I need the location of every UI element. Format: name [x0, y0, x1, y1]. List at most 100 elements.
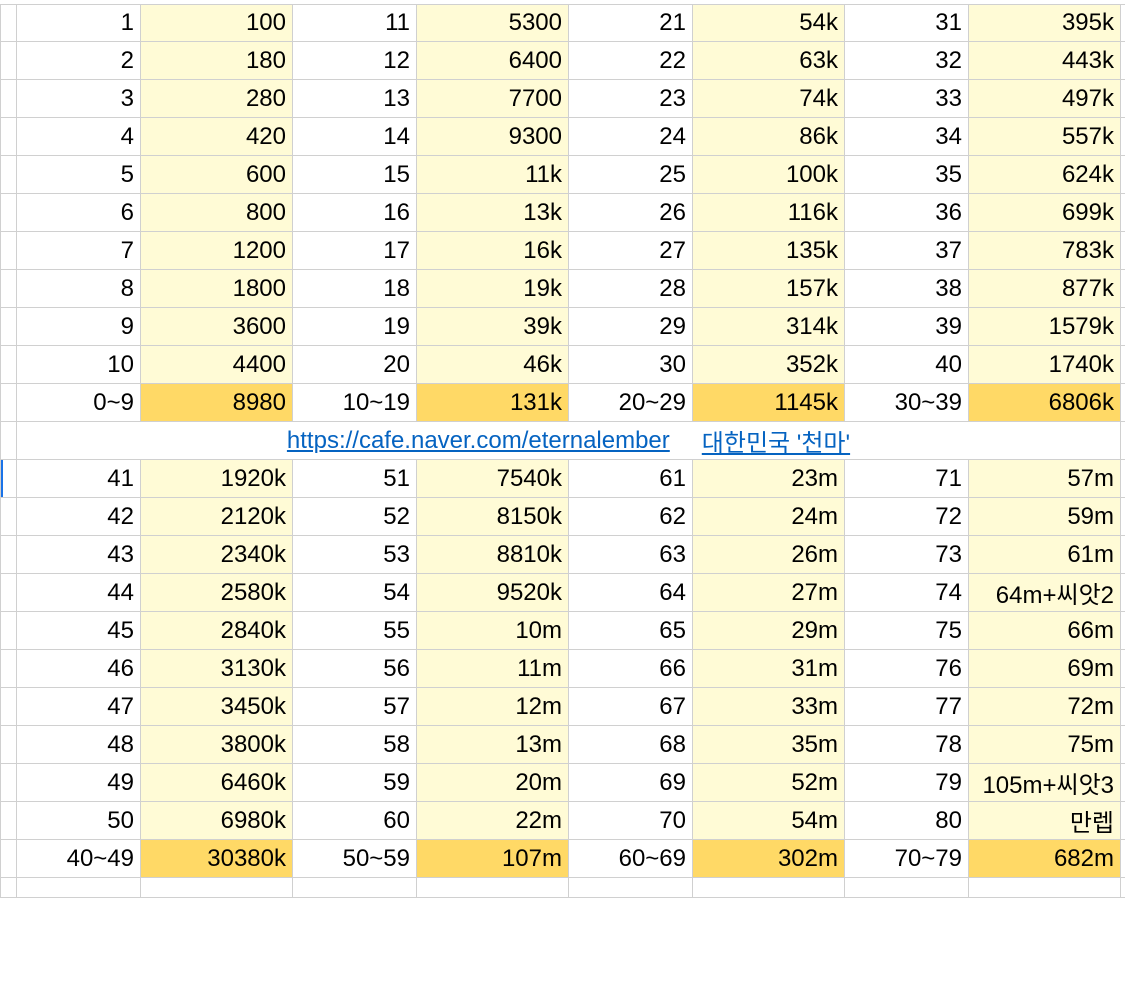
value-cell[interactable]: 61m — [969, 536, 1121, 573]
level-cell[interactable]: 52 — [293, 498, 417, 535]
value-cell[interactable]: 783k — [969, 232, 1121, 269]
value-cell[interactable]: 682m — [969, 840, 1121, 877]
level-cell[interactable]: 54 — [293, 574, 417, 611]
value-cell[interactable]: 54m — [693, 802, 845, 839]
level-cell[interactable]: 10~19 — [293, 384, 417, 421]
value-cell[interactable]: 63k — [693, 42, 845, 79]
level-cell[interactable]: 18 — [293, 270, 417, 307]
value-cell[interactable]: 6460k — [141, 764, 293, 801]
level-cell[interactable]: 67 — [569, 688, 693, 725]
level-cell[interactable]: 12 — [293, 42, 417, 79]
value-cell[interactable]: 75m — [969, 726, 1121, 763]
level-cell[interactable]: 46 — [17, 650, 141, 687]
level-cell[interactable]: 13 — [293, 80, 417, 117]
level-cell[interactable]: 80 — [845, 802, 969, 839]
level-cell[interactable]: 26 — [569, 194, 693, 231]
level-cell[interactable]: 57 — [293, 688, 417, 725]
level-cell[interactable]: 55 — [293, 612, 417, 649]
level-cell[interactable]: 20~29 — [569, 384, 693, 421]
level-cell[interactable]: 28 — [569, 270, 693, 307]
empty-cell[interactable] — [417, 878, 569, 897]
value-cell[interactable]: 600 — [141, 156, 293, 193]
value-cell[interactable]: 3130k — [141, 650, 293, 687]
value-cell[interactable]: 만렙 — [969, 802, 1121, 839]
value-cell[interactable]: 180 — [141, 42, 293, 79]
value-cell[interactable]: 33m — [693, 688, 845, 725]
value-cell[interactable]: 24m — [693, 498, 845, 535]
level-cell[interactable]: 76 — [845, 650, 969, 687]
level-cell[interactable]: 16 — [293, 194, 417, 231]
empty-cell[interactable] — [693, 878, 845, 897]
level-cell[interactable]: 70 — [569, 802, 693, 839]
value-cell[interactable]: 557k — [969, 118, 1121, 155]
value-cell[interactable]: 302m — [693, 840, 845, 877]
value-cell[interactable]: 2840k — [141, 612, 293, 649]
level-cell[interactable]: 30~39 — [845, 384, 969, 421]
cafe-link[interactable]: https://cafe.naver.com/eternalember — [287, 427, 670, 455]
value-cell[interactable]: 107m — [417, 840, 569, 877]
value-cell[interactable]: 30380k — [141, 840, 293, 877]
level-cell[interactable]: 17 — [293, 232, 417, 269]
value-cell[interactable]: 7540k — [417, 460, 569, 497]
level-cell[interactable]: 9 — [17, 308, 141, 345]
value-cell[interactable]: 11k — [417, 156, 569, 193]
link-merged-cell[interactable]: https://cafe.naver.com/eternalember대한민국 … — [17, 422, 1121, 459]
value-cell[interactable]: 52m — [693, 764, 845, 801]
value-cell[interactable]: 352k — [693, 346, 845, 383]
empty-cell[interactable] — [17, 878, 141, 897]
value-cell[interactable]: 19k — [417, 270, 569, 307]
value-cell[interactable]: 2340k — [141, 536, 293, 573]
level-cell[interactable]: 64 — [569, 574, 693, 611]
value-cell[interactable]: 9520k — [417, 574, 569, 611]
value-cell[interactable]: 157k — [693, 270, 845, 307]
value-cell[interactable]: 2120k — [141, 498, 293, 535]
level-cell[interactable]: 15 — [293, 156, 417, 193]
value-cell[interactable]: 116k — [693, 194, 845, 231]
level-cell[interactable]: 33 — [845, 80, 969, 117]
value-cell[interactable]: 26m — [693, 536, 845, 573]
level-cell[interactable]: 49 — [17, 764, 141, 801]
value-cell[interactable]: 23m — [693, 460, 845, 497]
value-cell[interactable]: 105m+씨앗3 — [969, 764, 1121, 801]
level-cell[interactable]: 50~59 — [293, 840, 417, 877]
value-cell[interactable]: 6980k — [141, 802, 293, 839]
value-cell[interactable]: 12m — [417, 688, 569, 725]
spreadsheet[interactable]: 11001153002154k31395k21801264002263k3244… — [0, 4, 1125, 898]
level-cell[interactable]: 68 — [569, 726, 693, 763]
value-cell[interactable]: 9300 — [417, 118, 569, 155]
value-cell[interactable]: 27m — [693, 574, 845, 611]
value-cell[interactable]: 74k — [693, 80, 845, 117]
value-cell[interactable]: 131k — [417, 384, 569, 421]
level-cell[interactable]: 35 — [845, 156, 969, 193]
value-cell[interactable]: 877k — [969, 270, 1121, 307]
value-cell[interactable]: 3450k — [141, 688, 293, 725]
level-cell[interactable]: 30 — [569, 346, 693, 383]
value-cell[interactable]: 100k — [693, 156, 845, 193]
level-cell[interactable]: 71 — [845, 460, 969, 497]
value-cell[interactable]: 59m — [969, 498, 1121, 535]
level-cell[interactable]: 66 — [569, 650, 693, 687]
level-cell[interactable]: 22 — [569, 42, 693, 79]
level-cell[interactable]: 60~69 — [569, 840, 693, 877]
value-cell[interactable]: 11m — [417, 650, 569, 687]
level-cell[interactable]: 63 — [569, 536, 693, 573]
level-cell[interactable]: 31 — [845, 5, 969, 41]
value-cell[interactable]: 1920k — [141, 460, 293, 497]
level-cell[interactable]: 72 — [845, 498, 969, 535]
level-cell[interactable]: 27 — [569, 232, 693, 269]
level-cell[interactable]: 50 — [17, 802, 141, 839]
value-cell[interactable]: 31m — [693, 650, 845, 687]
level-cell[interactable]: 0~9 — [17, 384, 141, 421]
value-cell[interactable]: 8810k — [417, 536, 569, 573]
empty-cell[interactable] — [569, 878, 693, 897]
level-cell[interactable]: 24 — [569, 118, 693, 155]
empty-cell[interactable] — [141, 878, 293, 897]
level-cell[interactable]: 47 — [17, 688, 141, 725]
level-cell[interactable]: 61 — [569, 460, 693, 497]
value-cell[interactable]: 1200 — [141, 232, 293, 269]
level-cell[interactable]: 4 — [17, 118, 141, 155]
level-cell[interactable]: 53 — [293, 536, 417, 573]
level-cell[interactable]: 37 — [845, 232, 969, 269]
value-cell[interactable]: 64m+씨앗2 — [969, 574, 1121, 611]
level-cell[interactable]: 38 — [845, 270, 969, 307]
